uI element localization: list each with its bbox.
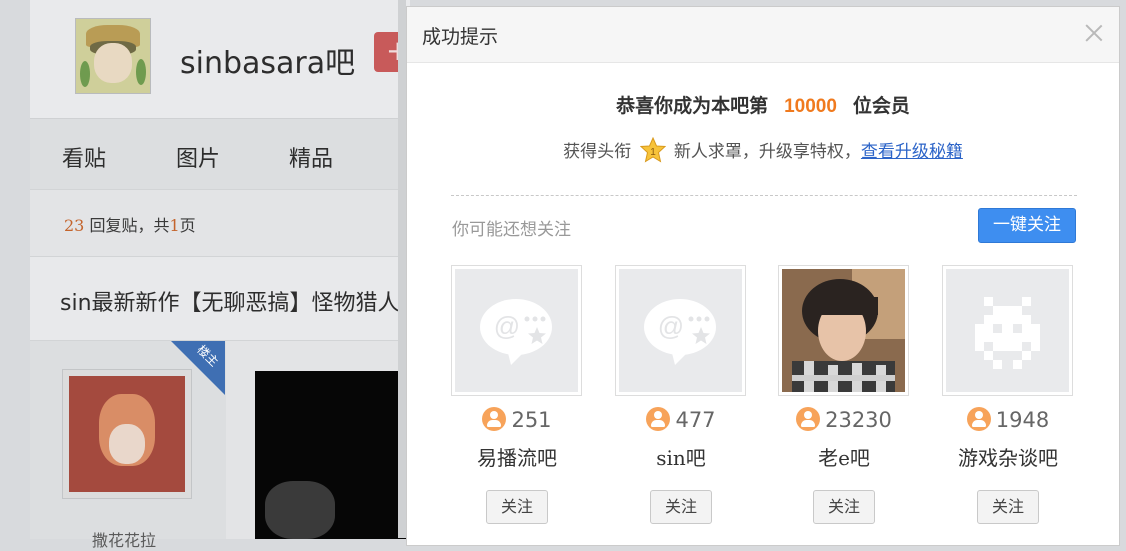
level-number: 1 [650, 147, 656, 158]
svg-text:@: @ [494, 311, 520, 341]
section-divider [451, 195, 1077, 196]
follow-all-button[interactable]: 一键关注 [978, 208, 1076, 243]
upgrade-secrets-link[interactable]: 查看升级秘籍 [861, 142, 963, 162]
follow-button[interactable]: 关注 [486, 490, 548, 524]
chat-bubble-icon: @ [644, 299, 716, 365]
user-icon [966, 407, 991, 431]
user-icon [482, 407, 507, 431]
title-name: 新人求罩，升级享特权， [673, 142, 861, 162]
forum-avatar-thumb[interactable]: @ [615, 265, 746, 396]
forum-name[interactable]: 游戏杂谈吧 [942, 442, 1074, 471]
close-icon[interactable] [1083, 22, 1105, 44]
reply-tail: 页 [179, 216, 196, 235]
author-column: 楼主 撒花花拉 [30, 341, 226, 550]
title-info: 获得头衔 1 新人求罩，升级享特权，查看升级秘籍 [407, 137, 1119, 163]
forum-name[interactable]: 易播流吧 [451, 442, 583, 471]
recommend-card: 23230 老e吧 关注 [778, 265, 910, 527]
forum-avatar-thumb[interactable] [778, 265, 909, 396]
post-title: sin最新新作【无聊恶搞】怪物猎人 [60, 291, 400, 316]
follow-button[interactable]: 关注 [650, 490, 712, 524]
author-name[interactable]: 撒花花拉 [92, 527, 156, 551]
congrats-message: 恭喜你成为本吧第 10000 位会员 [407, 91, 1119, 118]
follow-button[interactable]: 关注 [813, 490, 875, 524]
recommend-card: @ 251 易播流吧 关注 [451, 265, 583, 527]
svg-text:@: @ [658, 311, 684, 341]
member-count-value: 1948 [995, 408, 1050, 432]
reply-mid: 回复贴，共 [84, 216, 170, 235]
post-video[interactable] [255, 371, 415, 539]
member-count: 23230 [778, 407, 910, 432]
title-prefix: 获得头衔 [563, 142, 632, 162]
user-icon [796, 407, 821, 431]
forum-nav: 看贴 图片 精品 视 [30, 118, 424, 189]
nav-item-featured[interactable]: 精品 [289, 141, 333, 173]
member-count: 477 [615, 407, 747, 432]
reply-count: 23 [64, 216, 85, 235]
post-body: 楼主 撒花花拉 [30, 340, 415, 550]
user-icon [646, 407, 671, 431]
nav-item-images[interactable]: 图片 [176, 141, 220, 173]
member-count-value: 477 [675, 408, 716, 432]
forum-name[interactable]: 老e吧 [778, 442, 910, 471]
nav-item-posts[interactable]: 看贴 [62, 141, 106, 173]
space-invader-icon [975, 297, 1040, 369]
suggest-label: 你可能还想关注 [452, 220, 571, 240]
congrats-prefix: 恭喜你成为本吧第 [616, 95, 769, 117]
congrats-suffix: 位会员 [852, 95, 910, 117]
forum-title[interactable]: sinbasara吧 [180, 38, 355, 82]
member-number: 10000 [784, 96, 837, 117]
forum-avatar[interactable] [75, 18, 151, 94]
post-title-bar: sin最新新作【无聊恶搞】怪物猎人 [30, 256, 410, 341]
dialog-title: 成功提示 [422, 26, 499, 48]
member-count: 1948 [942, 407, 1074, 432]
chat-bubble-icon: @ [480, 299, 552, 365]
member-count: 251 [451, 407, 583, 432]
forum-avatar-thumb[interactable]: @ [451, 265, 582, 396]
user-photo [782, 269, 905, 392]
follow-button[interactable]: 关注 [977, 490, 1039, 524]
forum-name[interactable]: sin吧 [615, 442, 747, 471]
reply-summary: 23 回复贴，共1页 [30, 189, 410, 256]
member-count-value: 251 [511, 408, 552, 432]
level-star-icon: 1 [639, 137, 666, 163]
recommend-card: 1948 游戏杂谈吧 关注 [942, 265, 1074, 527]
recommend-card: @ 477 sin吧 关注 [615, 265, 747, 527]
overlay-shadow [398, 0, 406, 538]
page-count: 1 [169, 216, 180, 235]
dialog-header: 成功提示 [407, 7, 1119, 63]
success-dialog: 成功提示 恭喜你成为本吧第 10000 位会员 获得头衔 1 新人求罩，升级享特权，… [406, 6, 1120, 546]
member-count-value: 23230 [825, 408, 892, 432]
forum-avatar-thumb[interactable] [942, 265, 1073, 396]
